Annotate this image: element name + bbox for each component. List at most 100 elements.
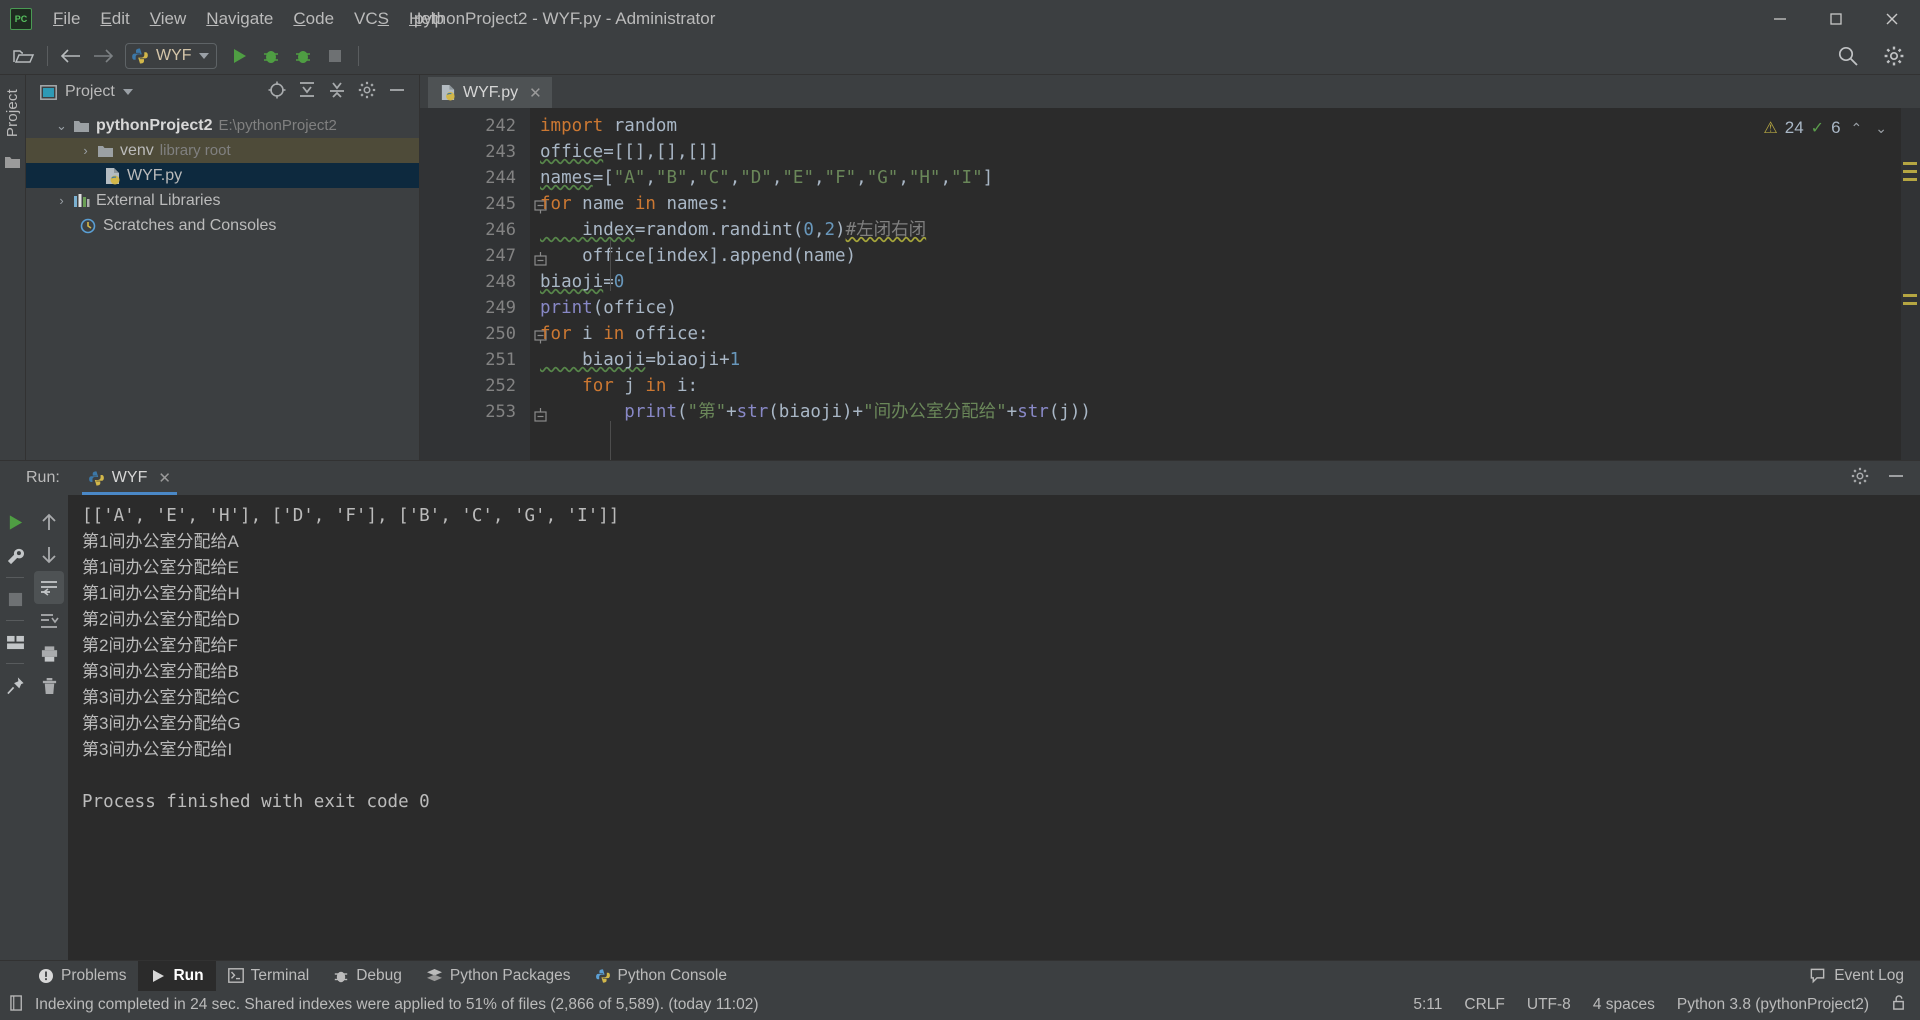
project-chevron-down-icon[interactable] — [122, 89, 133, 95]
run-console-output[interactable]: [['A', 'E', 'H'], ['D', 'F'], ['B', 'C',… — [68, 495, 1920, 960]
editor-body[interactable]: 242 243 244 245 246 247 248 249 250 251 252 253 imp… — [420, 108, 1920, 460]
code-line[interactable]: office[index].append(name) — [530, 243, 1920, 269]
code-line[interactable]: biaoji=0 — [530, 269, 1920, 295]
inspection-marker[interactable] — [1903, 302, 1917, 305]
menu-item-file[interactable]: File — [44, 5, 89, 33]
close-icon[interactable]: ✕ — [158, 469, 171, 487]
file-encoding[interactable]: UTF-8 — [1527, 996, 1571, 1014]
tab-problems[interactable]: Problems — [26, 961, 138, 991]
minimize-icon[interactable] — [1752, 0, 1808, 38]
coverage-button[interactable] — [287, 41, 319, 71]
hide-panel-icon[interactable] — [387, 80, 407, 105]
tree-item-scratches-and-consoles[interactable]: Scratches and Consoles — [26, 213, 419, 238]
expand-all-icon[interactable] — [297, 80, 317, 105]
close-icon[interactable] — [1864, 0, 1920, 38]
inspection-marker[interactable] — [1903, 170, 1917, 173]
line-separator[interactable]: CRLF — [1464, 996, 1504, 1014]
python-interpreter[interactable]: Python 3.8 (pythonProject2) — [1677, 996, 1869, 1014]
chevron-right-icon[interactable]: › — [80, 143, 91, 158]
code-token: 0 — [803, 220, 814, 240]
menu-item-navigate[interactable]: Navigate — [197, 5, 282, 33]
maximize-icon[interactable] — [1808, 0, 1864, 38]
scroll-to-end-icon[interactable] — [34, 604, 64, 637]
minimize-icon[interactable] — [1886, 466, 1906, 491]
run-tab-wyf[interactable]: WYF ✕ — [78, 461, 181, 495]
code-line[interactable]: office=[[],[],[]] — [530, 139, 1920, 165]
menu-item-edit[interactable]: Edit — [91, 5, 138, 33]
inspection-marker[interactable] — [1903, 294, 1917, 297]
chevron-down-icon[interactable] — [198, 53, 209, 59]
toolbar-divider — [47, 46, 48, 66]
tab-label: Problems — [61, 966, 127, 984]
menu-item-code[interactable]: Code — [284, 5, 343, 33]
soft-wrap-icon[interactable] — [34, 571, 64, 604]
pin-icon[interactable] — [1, 668, 29, 702]
checks-count: 6 — [1831, 118, 1841, 137]
editor-code[interactable]: import random office=[[],[],[]] names=["A"… — [530, 108, 1920, 460]
project-panel-title: Project — [65, 83, 115, 100]
collapse-all-icon[interactable] — [327, 80, 347, 105]
tab-python-packages[interactable]: Python Packages — [414, 961, 583, 991]
chevron-right-icon[interactable]: › — [56, 193, 67, 208]
code-line[interactable]: import random — [530, 113, 1920, 139]
structure-folder-icon[interactable] — [4, 155, 21, 174]
console-line: 第3间办公室分配给I — [82, 740, 233, 759]
stop-icon[interactable] — [1, 582, 29, 616]
event-log-button[interactable]: Event Log — [1809, 967, 1920, 985]
locate-target-icon[interactable] — [267, 80, 287, 105]
scroll-up-icon[interactable] — [34, 505, 64, 538]
code-line[interactable]: for i in office: — [530, 321, 1920, 347]
stop-button[interactable] — [319, 41, 351, 71]
project-settings-gear-icon[interactable] — [357, 80, 377, 105]
forward-arrow-icon[interactable] — [87, 41, 119, 71]
code-line[interactable]: for j in i: — [530, 373, 1920, 399]
python-console-icon — [595, 968, 610, 983]
scroll-down-icon[interactable] — [34, 538, 64, 571]
chevron-down-icon[interactable]: ⌄ — [56, 118, 67, 134]
layout-icon[interactable] — [1, 625, 29, 659]
tree-item-pythonproject2[interactable]: ⌄ pythonProject2 E:\pythonProject2 — [26, 113, 419, 138]
chevron-up-icon[interactable]: ⌃ — [1848, 120, 1866, 137]
code-line[interactable]: for name in names: — [530, 191, 1920, 217]
inspection-marker[interactable] — [1903, 162, 1917, 165]
menu-item-vcs[interactable]: VCS — [345, 5, 398, 33]
wrench-icon[interactable] — [1, 539, 29, 573]
print-icon[interactable] — [34, 637, 64, 670]
open-folder-icon[interactable] — [8, 41, 40, 71]
editor-tab-wyf-py[interactable]: WYF.py ✕ — [428, 77, 552, 108]
rerun-icon[interactable] — [1, 505, 29, 539]
search-icon[interactable] — [1832, 41, 1864, 71]
chevron-down-icon[interactable]: ⌄ — [1872, 120, 1890, 137]
caret-position[interactable]: 5:11 — [1413, 996, 1442, 1014]
code-token: ) — [835, 220, 846, 240]
tab-python-console[interactable]: Python Console — [583, 961, 739, 991]
tree-item-external-libraries[interactable]: › External Libraries — [26, 188, 419, 213]
code-line[interactable]: print("第"+str(biaoji)+"间办公室分配给"+str(j)) — [530, 399, 1920, 425]
run-button[interactable] — [223, 41, 255, 71]
tree-item-venv[interactable]: › venv library root — [26, 138, 419, 163]
inspection-scrollbar[interactable] — [1900, 108, 1920, 460]
tab-terminal[interactable]: Terminal — [216, 961, 322, 991]
code-line[interactable]: index=random.randint(0,2)#左闭右闭 — [530, 217, 1920, 243]
tree-item-wyf-py[interactable]: WYF.py — [26, 163, 419, 188]
python-icon — [88, 470, 104, 486]
code-line[interactable]: biaoji=biaoji+1 — [530, 347, 1920, 373]
sidebar-vertical-tab-project[interactable]: Project — [0, 83, 25, 143]
close-icon[interactable]: ✕ — [529, 84, 542, 102]
tab-run[interactable]: Run — [138, 960, 216, 991]
menu-item-view[interactable]: View — [141, 5, 196, 33]
main-toolbar: WYF — [0, 38, 1920, 75]
unlocked-icon[interactable] — [1891, 994, 1906, 1016]
run-configuration-selector[interactable]: WYF — [125, 43, 217, 69]
settings-gear-icon[interactable] — [1878, 41, 1910, 71]
code-line[interactable]: print(office) — [530, 295, 1920, 321]
trash-icon[interactable] — [34, 670, 64, 703]
inspection-marker[interactable] — [1903, 178, 1917, 181]
back-arrow-icon[interactable] — [55, 41, 87, 71]
tab-debug[interactable]: Debug — [321, 961, 414, 991]
debug-button[interactable] — [255, 41, 287, 71]
code-line[interactable]: names=["A","B","C","D","E","F","G","H","… — [530, 165, 1920, 191]
editor-gutter[interactable]: 242 243 244 245 246 247 248 249 250 251 252 253 — [420, 108, 547, 460]
settings-gear-icon[interactable] — [1850, 466, 1870, 491]
indent-setting[interactable]: 4 spaces — [1593, 996, 1655, 1014]
